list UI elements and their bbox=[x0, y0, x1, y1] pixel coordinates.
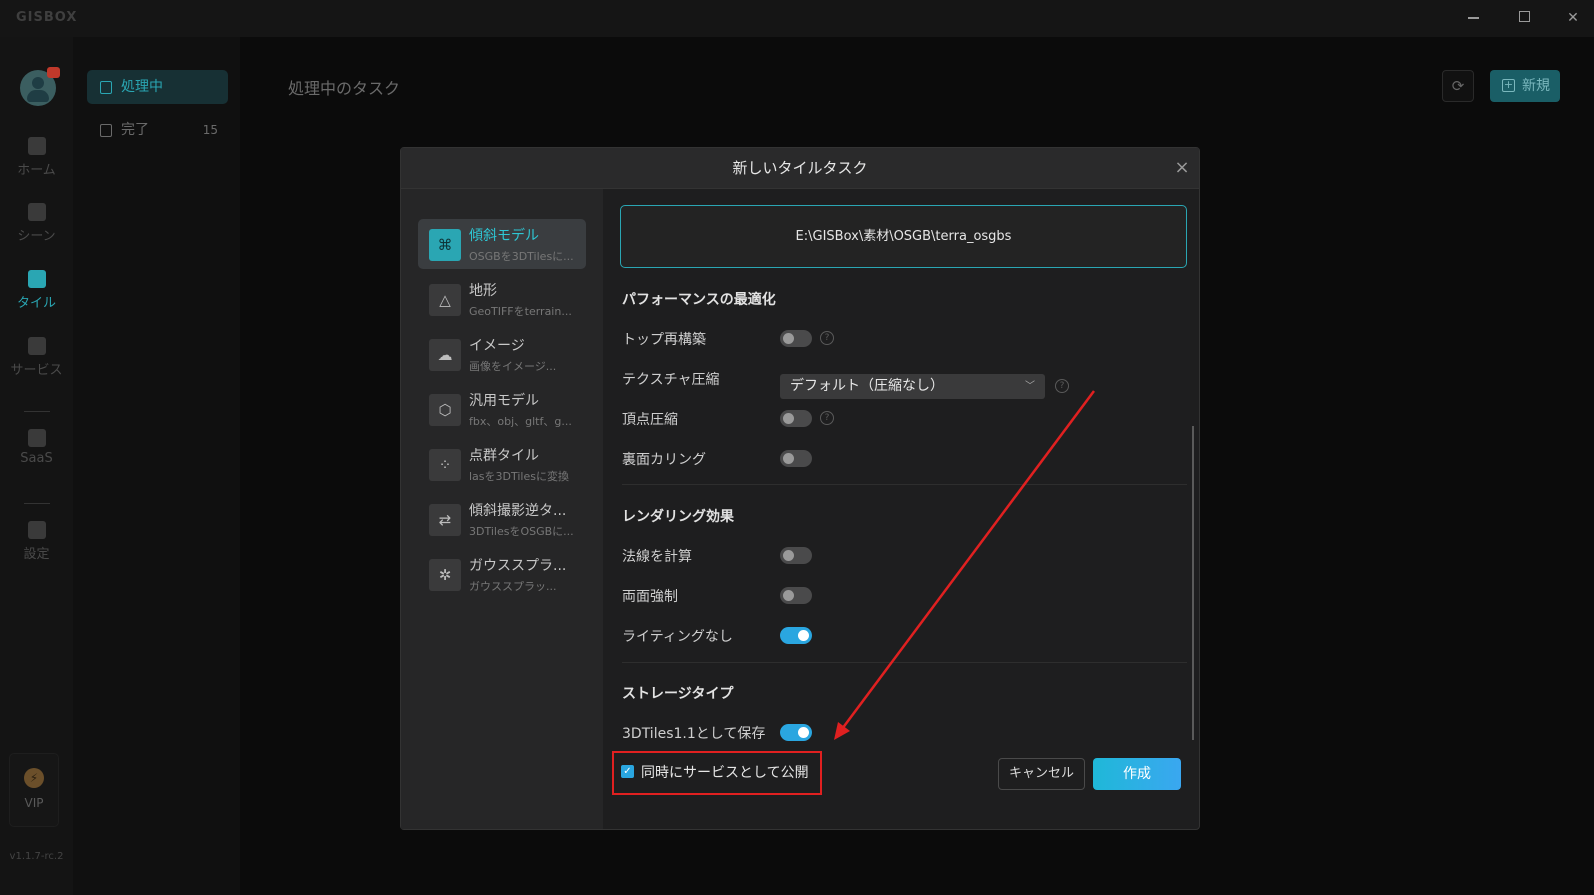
section-storage: ストレージタイプ bbox=[622, 686, 734, 702]
label-texture-compression: テクスチャ圧縮 bbox=[622, 372, 720, 388]
compute-normals-toggle[interactable] bbox=[780, 547, 812, 564]
file-icon bbox=[100, 81, 112, 94]
gear-icon bbox=[27, 521, 46, 539]
help-icon[interactable]: ? bbox=[820, 331, 834, 345]
task-type-point-cloud[interactable]: ⁘ 点群タイル lasを3DTilesに変換 bbox=[418, 439, 586, 489]
task-type-image[interactable]: ☁ イメージ 画像をイメージ... bbox=[418, 329, 586, 379]
app-logo: GISBOX bbox=[16, 10, 78, 25]
terrain-icon: △ bbox=[429, 284, 461, 316]
tile-icon bbox=[27, 270, 46, 288]
close-icon[interactable]: ✕ bbox=[1562, 8, 1584, 28]
section-rendering: レンダリング効果 bbox=[622, 509, 734, 525]
lock-icon bbox=[27, 429, 46, 447]
oblique-model-icon: ⌘ bbox=[429, 229, 461, 261]
scrollbar[interactable] bbox=[1192, 426, 1194, 740]
plus-icon: + bbox=[1502, 78, 1515, 92]
title-bar: GISBOX ✕ bbox=[0, 0, 1594, 37]
nav-divider bbox=[24, 503, 50, 504]
nav-divider bbox=[24, 411, 50, 412]
nav-tile[interactable]: タイル bbox=[0, 270, 73, 311]
reverse-icon: ⇄ bbox=[429, 504, 461, 536]
divider bbox=[622, 662, 1187, 663]
image-icon: ☁ bbox=[429, 339, 461, 371]
vertex-compression-toggle[interactable] bbox=[780, 410, 812, 427]
nav-saas[interactable]: SaaS bbox=[0, 429, 73, 466]
chevron-down-icon: ﹀ bbox=[1025, 381, 1035, 392]
file-check-icon bbox=[100, 124, 112, 137]
lightning-icon: ⚡ bbox=[24, 768, 44, 788]
dialog-title: 新しいタイルタスク bbox=[401, 148, 1199, 189]
subnav-processing[interactable]: 処理中 bbox=[87, 70, 228, 104]
done-count: 15 bbox=[202, 123, 218, 137]
version-label: v1.1.7-rc.2 bbox=[9, 851, 64, 862]
task-settings: E:\GISBox\素材\OSGB\terra_osgbs パフォーマンスの最適… bbox=[603, 189, 1199, 829]
save-3dtiles11-toggle[interactable] bbox=[780, 724, 812, 741]
source-path-input[interactable]: E:\GISBox\素材\OSGB\terra_osgbs bbox=[620, 205, 1187, 268]
nav-home[interactable]: ホーム bbox=[0, 137, 73, 178]
double-sided-toggle[interactable] bbox=[780, 587, 812, 604]
task-type-general-model[interactable]: ⬡ 汎用モデル fbx、obj、gltf、g... bbox=[418, 384, 586, 434]
section-performance: パフォーマンスの最適化 bbox=[622, 292, 776, 308]
point-cloud-icon: ⁘ bbox=[429, 449, 461, 481]
task-type-terrain[interactable]: △ 地形 GeoTIFFをterrain... bbox=[418, 274, 586, 324]
label-backface-culling: 裏面カリング bbox=[622, 452, 706, 468]
texture-compression-select[interactable]: デフォルト（圧縮なし） ﹀ bbox=[780, 374, 1045, 399]
gaussian-splat-icon: ✲ bbox=[429, 559, 461, 591]
dialog-close-icon[interactable]: × bbox=[1171, 157, 1193, 179]
top-rebuild-toggle[interactable] bbox=[780, 330, 812, 347]
refresh-icon: ⟳ bbox=[1451, 77, 1465, 95]
backface-culling-toggle[interactable] bbox=[780, 450, 812, 467]
label-double-sided: 両面強制 bbox=[622, 589, 678, 605]
maximize-icon[interactable] bbox=[1513, 8, 1535, 28]
label-top-rebuild: トップ再構築 bbox=[622, 332, 706, 348]
minimize-icon[interactable] bbox=[1462, 8, 1484, 28]
nav-scene[interactable]: シーン bbox=[0, 203, 73, 244]
home-icon bbox=[27, 137, 46, 155]
no-lighting-toggle[interactable] bbox=[780, 627, 812, 644]
label-save-3dtiles11: 3DTiles1.1として保存 bbox=[622, 726, 766, 742]
sub-nav: 処理中 完了 15 bbox=[73, 37, 240, 895]
box-icon: ⬡ bbox=[429, 394, 461, 426]
cancel-button[interactable]: キャンセル bbox=[998, 758, 1085, 790]
notification-badge bbox=[47, 67, 60, 78]
cube-icon bbox=[27, 203, 46, 221]
label-no-lighting: ライティングなし bbox=[622, 629, 733, 645]
help-icon[interactable]: ? bbox=[1055, 379, 1069, 393]
annotation-highlight-box bbox=[612, 751, 822, 795]
task-type-reverse-tile[interactable]: ⇄ 傾斜撮影逆タ... 3DTilesをOSGBに... bbox=[418, 494, 586, 544]
task-type-list: ⌘ 傾斜モデル OSGBを3DTilesに... △ 地形 GeoTIFFをte… bbox=[401, 189, 603, 829]
divider bbox=[622, 484, 1187, 485]
task-type-gaussian-splat[interactable]: ✲ ガウススプラ... ガウススプラッ... bbox=[418, 549, 586, 599]
label-compute-normals: 法線を計算 bbox=[622, 549, 692, 565]
subnav-done[interactable]: 完了 15 bbox=[87, 113, 228, 147]
new-task-button[interactable]: + 新規 bbox=[1490, 70, 1560, 102]
create-button[interactable]: 作成 bbox=[1093, 758, 1181, 790]
label-vertex-compression: 頂点圧縮 bbox=[622, 412, 678, 428]
avatar[interactable] bbox=[20, 67, 60, 106]
left-nav: ホーム シーン タイル サービス SaaS 設定 ⚡ VIP v1.1.7-rc… bbox=[0, 37, 73, 895]
nav-settings[interactable]: 設定 bbox=[0, 521, 73, 562]
vip-button[interactable]: ⚡ VIP bbox=[9, 753, 59, 827]
nav-service[interactable]: サービス bbox=[0, 337, 73, 378]
task-type-oblique-model[interactable]: ⌘ 傾斜モデル OSGBを3DTilesに... bbox=[418, 219, 586, 269]
refresh-button[interactable]: ⟳ bbox=[1442, 70, 1474, 102]
service-icon bbox=[27, 337, 46, 355]
new-tile-task-dialog: 新しいタイルタスク × ⌘ 傾斜モデル OSGBを3DTilesに... △ 地… bbox=[400, 147, 1200, 830]
page-title: 処理中のタスク bbox=[288, 79, 401, 98]
help-icon[interactable]: ? bbox=[820, 411, 834, 425]
